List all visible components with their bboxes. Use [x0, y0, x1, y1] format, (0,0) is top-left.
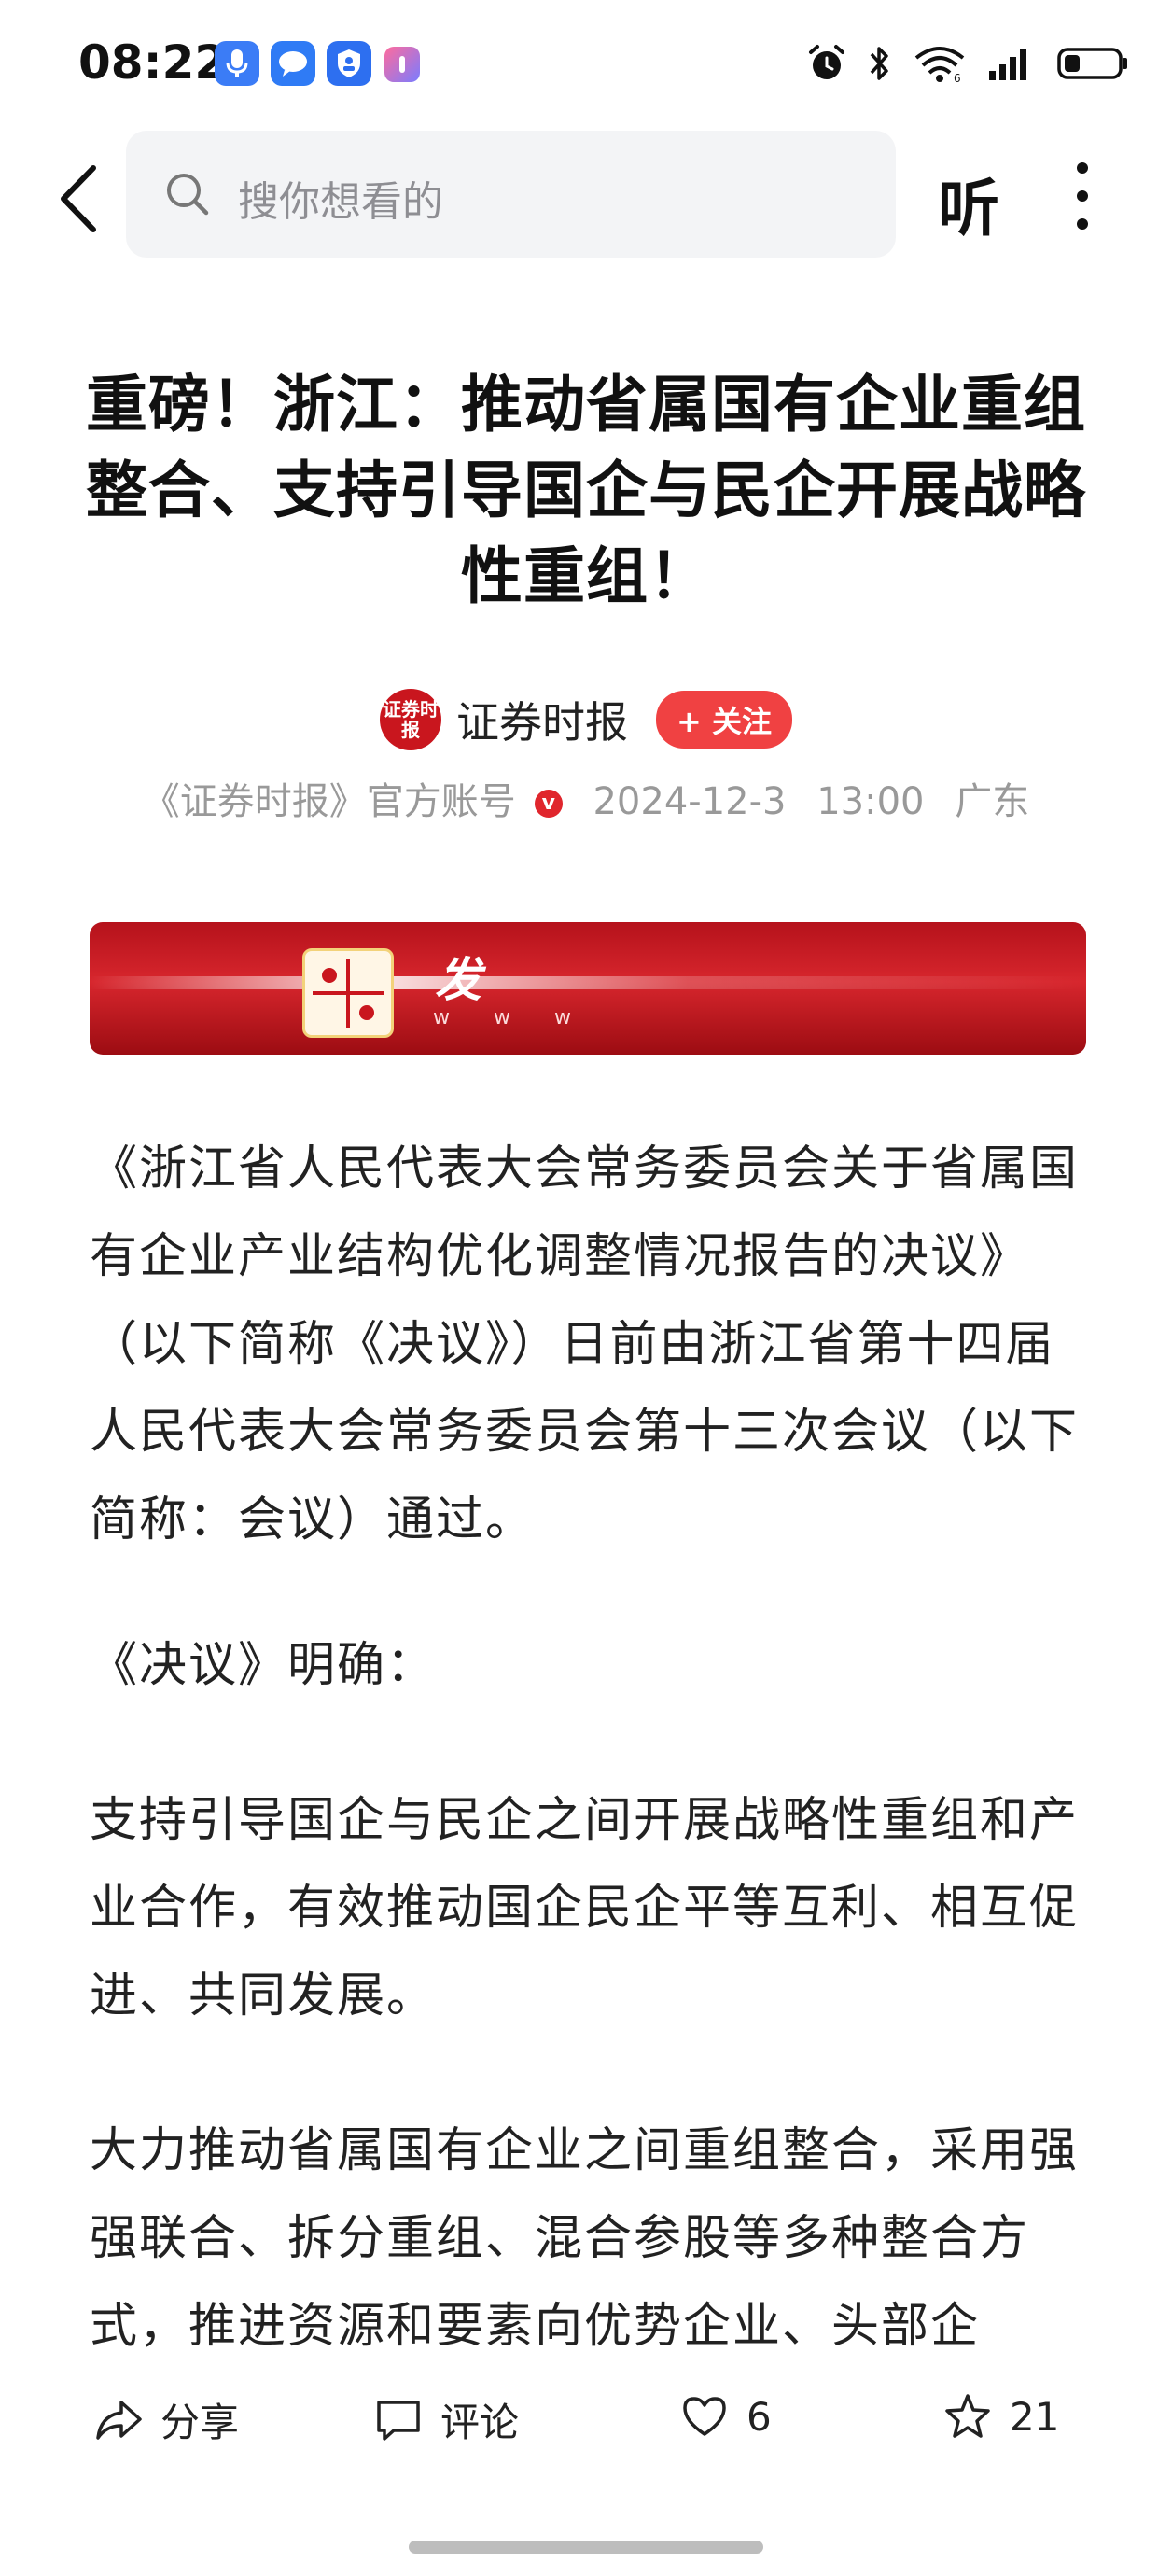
status-bar: 08:22 6 [0, 0, 1172, 131]
top-nav: 搜你想看的 听 [0, 131, 1172, 261]
favorite-button[interactable]: 21 [942, 2391, 1059, 2442]
heart-icon [683, 2397, 726, 2436]
share-label: 分享 [160, 2400, 240, 2445]
like-button[interactable]: 6 [679, 2391, 772, 2442]
author-name[interactable]: 证券时报 [456, 689, 628, 750]
article-meta: 《证券时报》官方账号 v 2024-12-3 13:00 广东 [0, 771, 1172, 825]
bluetooth-icon [868, 43, 892, 88]
back-button[interactable] [49, 157, 114, 241]
article-paragraph: 大力推动省属国有企业之间重组整合，采用强强联合、拆分重组、混合参股等多种整合方式… [90, 2123, 1080, 2354]
wifi-icon: 6 [913, 43, 967, 88]
search-bar[interactable]: 搜你想看的 [126, 131, 896, 258]
article-paragraph: 《浙江省人民代表大会常务委员会关于省属国有企业产业结构优化调整情况报告的决议》（… [90, 1141, 1080, 1547]
status-icons: 6 [806, 37, 1131, 93]
title-line: 整合、支持引导国企与民企开展战略 [86, 455, 1086, 526]
bottom-action-bar: 分享 评论 6 21 [0, 2371, 1172, 2473]
banner-logo-icon [302, 948, 394, 1038]
banner-text: 发 [435, 953, 481, 1007]
app-icon [384, 47, 420, 82]
banner-subtext: w w w [433, 1006, 590, 1029]
publish-date: 2024-12-3 [593, 780, 787, 823]
star-icon [945, 2394, 990, 2438]
follow-button[interactable]: + 关注 [656, 691, 792, 749]
article-paragraph: 支持引导国企与民企之间开展战略性重组和产业合作，有效推动国企民企平等互利、相互促… [90, 1793, 1080, 2023]
search-icon [167, 174, 209, 216]
comment-button[interactable]: 评论 [373, 2391, 519, 2448]
comment-icon [377, 2400, 420, 2441]
more-vertical-icon [1077, 162, 1088, 230]
verified-badge-icon: v [534, 790, 563, 818]
like-count: 6 [746, 2393, 772, 2440]
share-icon [96, 2400, 142, 2440]
signal-icon [987, 43, 1036, 88]
listen-button[interactable]: 听 [938, 159, 999, 248]
author-avatar[interactable]: 证券时报 [380, 689, 442, 750]
title-line: 重磅！浙江：推动省属国有企业重组 [86, 369, 1086, 441]
shield-icon [327, 41, 371, 86]
status-time: 08:22 [78, 35, 228, 90]
svg-text:6: 6 [954, 72, 961, 84]
publish-time: 13:00 [816, 780, 925, 823]
search-placeholder: 搜你想看的 [238, 178, 443, 226]
article-banner-image: 发 w w w [90, 922, 1086, 1055]
account-description: 《证券时报》官方账号 [142, 780, 516, 823]
article-paragraph: 《决议》明确： [90, 1638, 437, 1693]
favorite-count: 21 [1010, 2393, 1060, 2440]
publish-location: 广东 [955, 780, 1030, 823]
title-line: 性重组！ [461, 540, 711, 612]
comment-label: 评论 [440, 2400, 520, 2445]
alarm-icon [806, 43, 847, 88]
share-button[interactable]: 分享 [93, 2391, 239, 2448]
more-options-button[interactable] [1064, 157, 1101, 235]
microphone-icon [215, 41, 259, 86]
banner-shine [90, 976, 1086, 989]
back-arrow-icon [61, 165, 96, 232]
author-row: 证券时报 证券时报 + 关注 [0, 687, 1172, 752]
article-title: 重磅！浙江：推动省属国有企业重组 整合、支持引导国企与民企开展战略 性重组！ [75, 362, 1097, 620]
message-icon [271, 41, 315, 86]
battery-icon [1056, 43, 1131, 88]
author-avatar-text: 证券时报 [383, 698, 440, 741]
home-indicator[interactable] [409, 2541, 763, 2554]
